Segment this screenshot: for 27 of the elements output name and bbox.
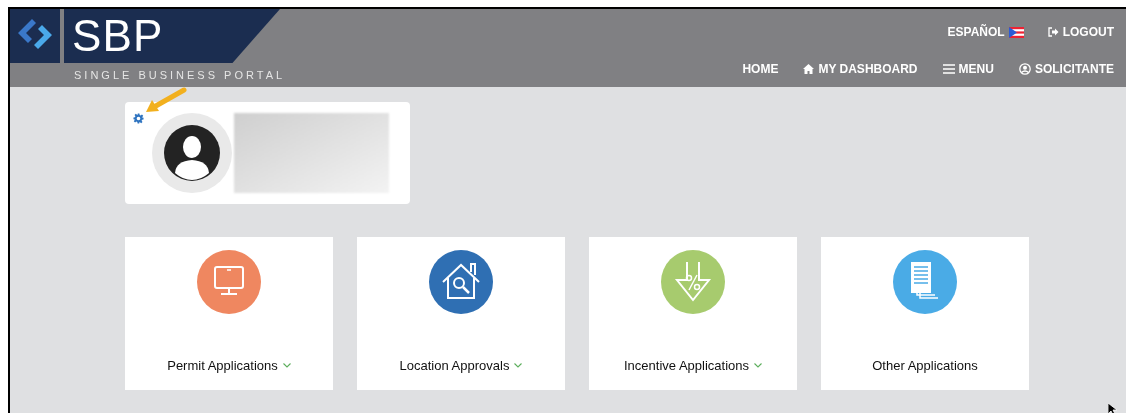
application-card[interactable]: Incentive Applications — [589, 237, 797, 390]
home-icon — [803, 64, 815, 74]
flag-icon — [1008, 26, 1024, 38]
settings-icon[interactable] — [133, 113, 144, 124]
application-card[interactable]: Other Applications — [821, 237, 1029, 390]
user-icon — [1018, 63, 1031, 75]
language-link[interactable]: ESPAÑOL — [947, 23, 1024, 41]
nav-link[interactable]: MY DASHBOARD — [803, 60, 918, 78]
application-card[interactable]: Location Approvals — [357, 237, 565, 390]
annotation-arrow — [144, 87, 188, 115]
card-title: Incentive Applications — [624, 357, 749, 375]
menu-icon — [942, 64, 955, 74]
nav-link[interactable]: MENU — [942, 60, 994, 78]
nav-link[interactable]: SOLICITANTE — [1018, 60, 1114, 78]
card-title: Location Approvals — [399, 357, 510, 375]
chevron-down-icon[interactable] — [754, 363, 762, 369]
chevron-down-icon[interactable] — [282, 363, 291, 369]
application-card[interactable]: Permit Applications — [125, 237, 333, 390]
tagline: SINGLE BUSINESS PORTAL — [74, 67, 286, 83]
sign-out-icon — [1047, 27, 1059, 37]
card-title: Other Applications — [872, 357, 978, 375]
card-title: Permit Applications — [167, 357, 278, 375]
user-silhouette-icon — [164, 125, 220, 181]
logo-text: SBP — [72, 14, 164, 58]
nav-link[interactable]: HOME — [742, 60, 779, 78]
logout-link[interactable]: LOGOUT — [1047, 23, 1114, 41]
chevron-down-icon[interactable] — [514, 363, 523, 369]
